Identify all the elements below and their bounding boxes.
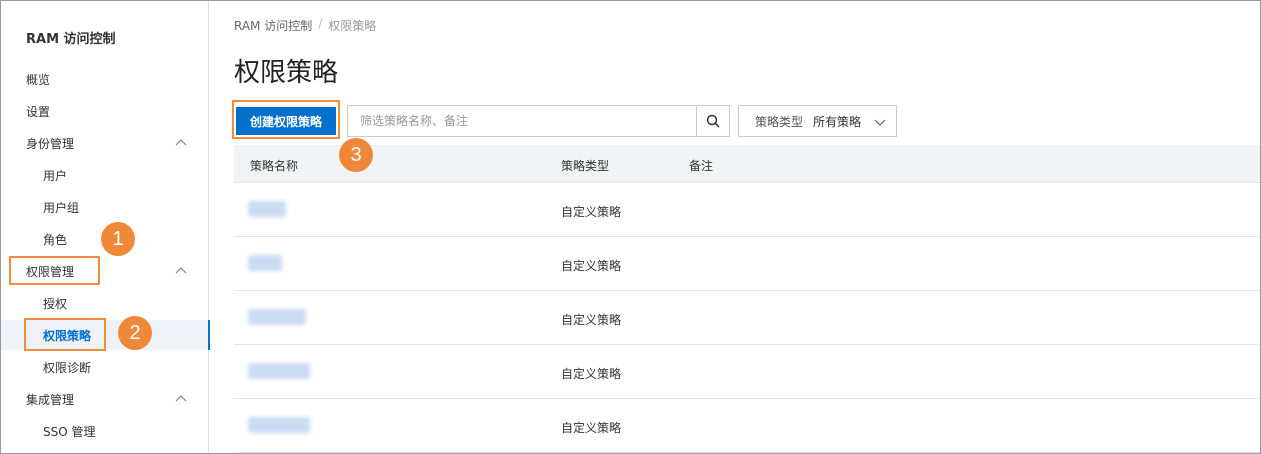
sidebar-item-label: 身份管理 (26, 136, 75, 151)
column-header-name[interactable]: 策略名称 (250, 157, 298, 174)
breadcrumb-separator: / (318, 17, 323, 31)
sidebar-title: RAM 访问控制 (26, 32, 116, 47)
column-header-note: 备注 (689, 159, 714, 173)
chevron-up-icon (175, 139, 187, 146)
annotation-badge-1: 1 (101, 222, 135, 256)
search-input[interactable] (348, 106, 698, 136)
main-content: RAM 访问控制 / 权限策略 权限策略 创建权限策略 策略类型 所有策略 策略… (210, 1, 1260, 453)
policy-type-filter[interactable]: 策略类型 所有策略 (738, 105, 897, 137)
sidebar-item-grants[interactable]: 授权 (1, 288, 209, 318)
sidebar-group-integration[interactable]: 集成管理 (1, 384, 209, 414)
policy-name-link[interactable] (248, 255, 282, 271)
page-title: 权限策略 (234, 58, 339, 88)
sidebar-item-user-groups[interactable]: 用户组 (1, 192, 209, 222)
breadcrumb-current: 权限策略 (328, 19, 377, 33)
sidebar-group-permissions[interactable]: 权限管理 (1, 256, 209, 286)
sidebar-item-label: SSO 管理 (43, 424, 96, 439)
sidebar-item-sso[interactable]: SSO 管理 (1, 416, 209, 446)
policy-type-cell: 自定义策略 (561, 205, 622, 219)
table-row: 自定义策略 (234, 183, 1260, 237)
column-header-type[interactable]: 策略类型 (561, 157, 609, 174)
policy-name-link[interactable] (248, 363, 310, 379)
sidebar-item-overview[interactable]: 概览 (1, 64, 209, 94)
sidebar-item-label: 权限诊断 (43, 360, 92, 375)
annotation-badge-2: 2 (118, 316, 152, 350)
chevron-up-icon (175, 267, 187, 274)
sidebar-item-label: 用户组 (43, 200, 80, 215)
policy-table: 策略名称 策略类型 备注 自定义策略 自定义策略 自定义策略 自定义策略 自定义… (234, 145, 1260, 453)
breadcrumb-root[interactable]: RAM 访问控制 (234, 17, 312, 34)
sidebar-item-label: 权限管理 (26, 264, 75, 279)
chevron-up-icon (175, 395, 187, 402)
sidebar-item-label: 授权 (43, 296, 68, 311)
sidebar-item-label: 设置 (26, 104, 51, 119)
policy-name-link[interactable] (248, 417, 310, 433)
create-policy-button[interactable]: 创建权限策略 (236, 107, 336, 135)
policy-type-cell: 自定义策略 (561, 313, 622, 327)
table-row: 自定义策略 (234, 345, 1260, 399)
sidebar-item-label: 用户 (43, 168, 68, 183)
table-row: 自定义策略 (234, 237, 1260, 291)
annotation-badge-3: 3 (339, 138, 373, 172)
policy-type-cell: 自定义策略 (561, 367, 622, 381)
sidebar-item-settings[interactable]: 设置 (1, 96, 209, 126)
policy-name-link[interactable] (248, 201, 286, 217)
sidebar-item-label: 权限策略 (43, 328, 92, 343)
search-button[interactable] (696, 106, 729, 136)
sidebar-item-users[interactable]: 用户 (1, 160, 209, 190)
breadcrumb: RAM 访问控制 / 权限策略 (234, 17, 376, 34)
table-header: 策略名称 策略类型 备注 (234, 145, 1260, 183)
sidebar-item-policies[interactable]: 权限策略 (1, 320, 210, 350)
sidebar-item-label: 角色 (43, 232, 68, 247)
policy-type-cell: 自定义策略 (561, 259, 622, 273)
table-row: 自定义策略 (234, 399, 1260, 453)
sidebar-item-diagnostics[interactable]: 权限诊断 (1, 352, 209, 382)
chevron-down-icon (874, 119, 886, 126)
policy-name-link[interactable] (248, 309, 306, 325)
filter-label: 策略类型 (755, 114, 804, 129)
search-box (347, 105, 730, 137)
search-icon (706, 114, 720, 128)
sidebar-item-label: 概览 (26, 72, 51, 87)
sidebar-item-label: 集成管理 (26, 392, 75, 407)
filter-value: 所有策略 (813, 114, 862, 129)
policy-type-cell: 自定义策略 (561, 421, 622, 435)
table-row: 自定义策略 (234, 291, 1260, 345)
sidebar-group-identity[interactable]: 身份管理 (1, 128, 209, 158)
